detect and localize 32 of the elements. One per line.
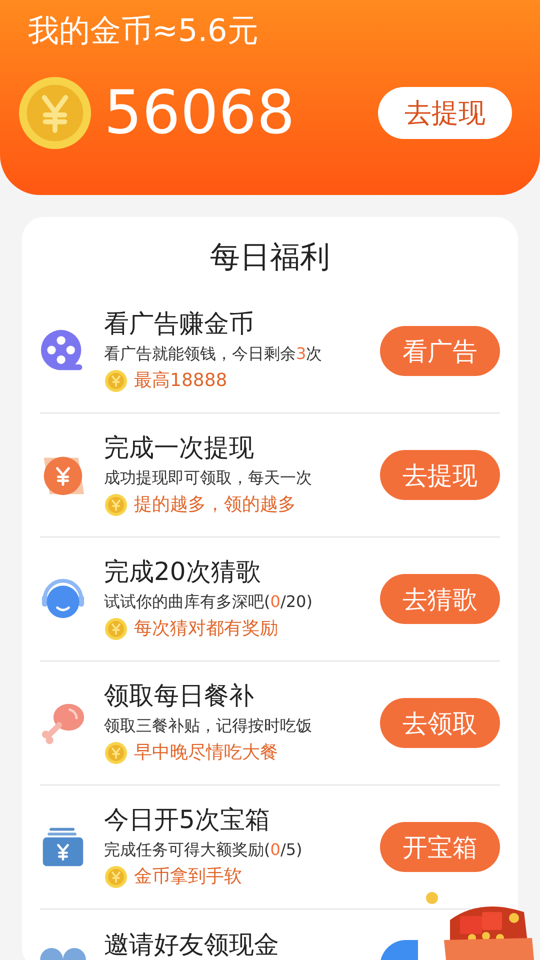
coin-balance: 56068 — [104, 78, 296, 148]
card-title: 每日福利 — [209, 239, 331, 277]
withdraw-button[interactable]: 去提现 — [378, 87, 512, 139]
coin-icon — [18, 76, 92, 150]
task-title: 领取每日餐补 — [104, 680, 255, 712]
coin-icon — [104, 493, 128, 517]
task-description: 试试你的曲库有多深吧(0/20) — [104, 591, 314, 613]
task-description: 领取三餐补贴，记得按时吃饭 — [104, 715, 313, 737]
task-title: 看广告赚金币 — [104, 308, 255, 340]
reward-text: 金币拿到手软 — [134, 865, 242, 889]
task-button[interactable]: 开宝箱 — [380, 822, 500, 872]
coin-icon — [104, 617, 128, 641]
people-icon — [40, 948, 86, 960]
task-title: 今日开5次宝箱 — [104, 804, 271, 836]
task-description: 看广告就能领钱，今日剩余3次 — [104, 343, 324, 365]
task-description: 成功提现即可领取，每天一次 — [104, 467, 313, 489]
task-title: 完成20次猜歌 — [104, 556, 262, 588]
reward-text: 每次猜对都有奖励 — [134, 617, 278, 641]
task-button[interactable]: 看广告 — [380, 326, 500, 376]
task-button[interactable]: 去猜歌 — [380, 574, 500, 624]
task-description: 完成任务可得大额奖励(0/5) — [104, 839, 304, 861]
coin-icon — [104, 741, 128, 765]
coin-icon — [104, 369, 128, 393]
reward-text: 最高18888 — [134, 369, 228, 393]
reward-text: 早中晚尽情吃大餐 — [134, 741, 278, 765]
task-title: 完成一次提现 — [104, 432, 255, 464]
coin-icon — [104, 865, 128, 889]
reward-text: 提的越多，领的越多 — [134, 493, 296, 517]
task-title: 邀请好友领现金 — [104, 929, 280, 960]
task-button[interactable]: 去提现 — [380, 450, 500, 500]
task-button[interactable]: 去领取 — [380, 698, 500, 748]
coin-value-title: 我的金币≈5.6元 — [28, 12, 260, 51]
